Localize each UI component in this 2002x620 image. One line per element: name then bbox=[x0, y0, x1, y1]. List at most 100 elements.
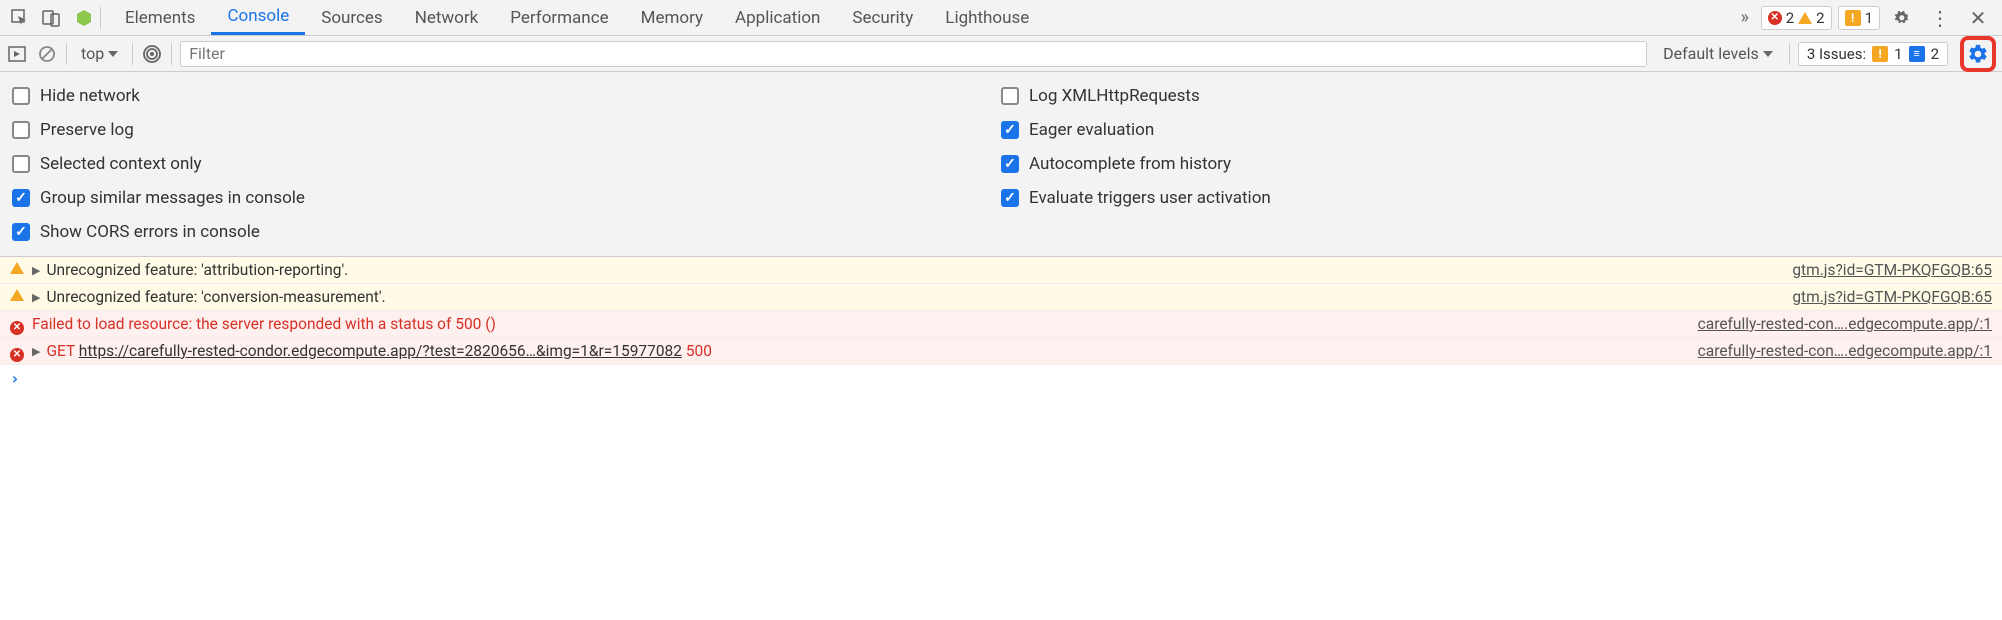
log-message: Unrecognized feature: 'attribution-repor… bbox=[46, 261, 1786, 279]
log-source-link[interactable]: carefully-rested-con….edgecompute.app/:1 bbox=[1698, 315, 1992, 333]
checkbox[interactable] bbox=[12, 87, 30, 105]
checkbox[interactable] bbox=[12, 223, 30, 241]
log-row-err: ✕ Failed to load resource: the server res… bbox=[0, 311, 2002, 338]
setting-row: Log XMLHttpRequests bbox=[1001, 86, 1990, 106]
setting-row: Selected context only bbox=[12, 154, 1001, 174]
log-message: GET https://carefully-rested-condor.edge… bbox=[46, 342, 1691, 360]
divider bbox=[100, 7, 101, 29]
setting-row: Eager evaluation bbox=[1001, 120, 1990, 140]
topbar-right: ✕ 2 2 ! 1 ⋮ ✕ bbox=[1761, 6, 1994, 30]
setting-label: Hide network bbox=[40, 86, 140, 106]
close-icon[interactable]: ✕ bbox=[1966, 6, 1990, 30]
error-icon: ✕ bbox=[1768, 11, 1782, 25]
log-source-link[interactable]: gtm.js?id=GTM-PKQFGQB:65 bbox=[1792, 288, 1992, 306]
issues-badge[interactable]: ! 1 bbox=[1838, 6, 1880, 30]
setting-row: Hide network bbox=[12, 86, 1001, 106]
chevron-down-icon bbox=[108, 51, 118, 57]
console-settings-panel: Hide network Preserve log Selected context… bbox=[0, 72, 2002, 257]
tab-network[interactable]: Network bbox=[399, 0, 495, 35]
setting-label: Preserve log bbox=[40, 120, 134, 140]
issue-icon: ! bbox=[1845, 10, 1861, 26]
device-toggle-icon[interactable] bbox=[40, 6, 64, 30]
divider bbox=[132, 43, 133, 65]
divider bbox=[66, 43, 67, 65]
issues-orange-count: 1 bbox=[1894, 45, 1902, 63]
issues-blue-count: 2 bbox=[1931, 45, 1939, 63]
log-levels-selector[interactable]: Default levels bbox=[1655, 44, 1781, 63]
setting-label: Autocomplete from history bbox=[1029, 154, 1231, 174]
setting-label: Evaluate triggers user activation bbox=[1029, 188, 1271, 208]
expand-icon[interactable]: ▶ bbox=[32, 264, 40, 277]
tab-performance[interactable]: Performance bbox=[494, 0, 624, 35]
expand-icon[interactable]: ▶ bbox=[32, 291, 40, 304]
issue-blue-icon: ≡ bbox=[1909, 46, 1925, 62]
settings-left-column: Hide network Preserve log Selected context… bbox=[12, 80, 1001, 248]
checkbox[interactable] bbox=[1001, 155, 1019, 173]
console-prompt[interactable]: › bbox=[0, 365, 2002, 392]
checkbox[interactable] bbox=[12, 155, 30, 173]
setting-row: Preserve log bbox=[12, 120, 1001, 140]
checkbox[interactable] bbox=[1001, 121, 1019, 139]
setting-row: Evaluate triggers user activation bbox=[1001, 188, 1990, 208]
setting-label: Eager evaluation bbox=[1029, 120, 1154, 140]
console-log: ▶ Unrecognized feature: 'attribution-repo… bbox=[0, 257, 2002, 365]
log-row-warn: ▶ Unrecognized feature: 'conversion-measu… bbox=[0, 284, 2002, 311]
log-message: Unrecognized feature: 'conversion-measur… bbox=[46, 288, 1786, 306]
checkbox[interactable] bbox=[1001, 87, 1019, 105]
warning-icon bbox=[1798, 12, 1812, 24]
divider bbox=[1789, 43, 1790, 65]
log-source-link[interactable]: gtm.js?id=GTM-PKQFGQB:65 bbox=[1792, 261, 1992, 279]
checkbox[interactable] bbox=[12, 189, 30, 207]
tab-application[interactable]: Application bbox=[719, 0, 836, 35]
error-icon: ✕ bbox=[10, 316, 26, 332]
expand-icon[interactable]: ▶ bbox=[32, 345, 40, 358]
log-source-link[interactable]: carefully-rested-con….edgecompute.app/:1 bbox=[1698, 342, 1992, 360]
clear-console-icon[interactable] bbox=[36, 43, 58, 65]
setting-row: Autocomplete from history bbox=[1001, 154, 1990, 174]
warning-count: 2 bbox=[1816, 9, 1824, 27]
filter-input[interactable] bbox=[180, 41, 1647, 67]
warning-icon bbox=[10, 262, 26, 278]
chevron-down-icon bbox=[1763, 51, 1773, 57]
issues-count: 1 bbox=[1865, 9, 1873, 27]
tab-memory[interactable]: Memory bbox=[625, 0, 719, 35]
devtools-topbar: ElementsConsoleSourcesNetworkPerformance… bbox=[0, 0, 2002, 36]
inspect-icon[interactable] bbox=[8, 6, 32, 30]
context-selector[interactable]: top bbox=[75, 44, 124, 63]
warning-icon bbox=[10, 289, 26, 305]
tab-elements[interactable]: Elements bbox=[109, 0, 211, 35]
live-expression-icon[interactable] bbox=[141, 43, 163, 65]
kebab-menu-icon[interactable]: ⋮ bbox=[1928, 6, 1952, 30]
levels-label: Default levels bbox=[1663, 44, 1759, 63]
tab-console[interactable]: Console bbox=[211, 0, 305, 35]
context-label: top bbox=[81, 44, 104, 63]
tab-lighthouse[interactable]: Lighthouse bbox=[929, 0, 1045, 35]
setting-row: Group similar messages in console bbox=[12, 188, 1001, 208]
log-row-warn: ▶ Unrecognized feature: 'attribution-repo… bbox=[0, 257, 2002, 284]
log-message: Failed to load resource: the server resp… bbox=[32, 315, 1692, 333]
tab-sources[interactable]: Sources bbox=[305, 0, 398, 35]
more-tabs-icon[interactable]: » bbox=[1733, 6, 1757, 30]
settings-icon[interactable] bbox=[1890, 6, 1914, 30]
checkbox[interactable] bbox=[1001, 189, 1019, 207]
settings-right-column: Log XMLHttpRequests Eager evaluation Autoc… bbox=[1001, 80, 1990, 248]
issues-button[interactable]: 3 Issues: ! 1 ≡ 2 bbox=[1798, 42, 1948, 66]
divider bbox=[171, 43, 172, 65]
log-row-err: ✕ ▶ GET https://carefully-rested-condor.ed… bbox=[0, 338, 2002, 365]
setting-label: Show CORS errors in console bbox=[40, 222, 260, 242]
error-count: 2 bbox=[1786, 9, 1794, 27]
error-warning-badge[interactable]: ✕ 2 2 bbox=[1761, 6, 1832, 30]
setting-label: Selected context only bbox=[40, 154, 202, 174]
setting-label: Log XMLHttpRequests bbox=[1029, 86, 1200, 106]
error-icon: ✕ bbox=[10, 343, 26, 359]
setting-row: Show CORS errors in console bbox=[12, 222, 1001, 242]
issues-text: 3 Issues: bbox=[1807, 45, 1866, 63]
node-icon[interactable] bbox=[72, 6, 96, 30]
checkbox[interactable] bbox=[12, 121, 30, 139]
tab-security[interactable]: Security bbox=[836, 0, 929, 35]
console-toolbar: top Default levels 3 Issues: ! 1 ≡ 2 bbox=[0, 36, 2002, 72]
toggle-sidebar-icon[interactable] bbox=[6, 43, 28, 65]
issue-orange-icon: ! bbox=[1872, 46, 1888, 62]
console-settings-button[interactable] bbox=[1960, 36, 1996, 72]
panel-tabs: ElementsConsoleSourcesNetworkPerformance… bbox=[109, 0, 1729, 35]
